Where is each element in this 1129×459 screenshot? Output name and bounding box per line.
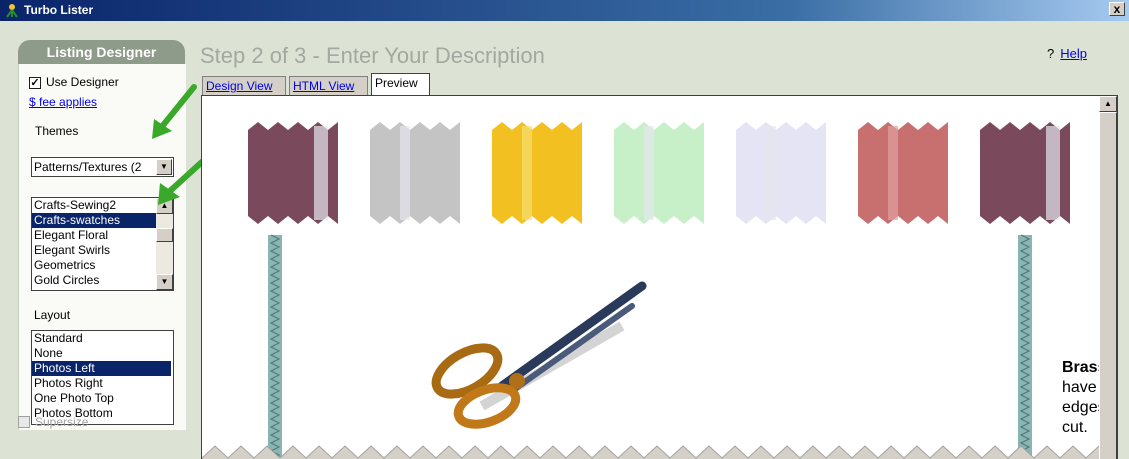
theme-list-item[interactable]: Crafts-swatches	[32, 213, 156, 228]
swatch-green-grid	[614, 122, 704, 224]
window-title: Turbo Lister	[24, 3, 94, 17]
fee-applies-link[interactable]: $ fee applies	[29, 95, 97, 109]
themes-list[interactable]: Crafts-Sewing2 Crafts-swatches Elegant Flo…	[31, 197, 174, 291]
swatch-stripe	[888, 126, 898, 220]
tab-html-view[interactable]: HTML View	[289, 76, 368, 95]
layout-label: Layout	[34, 308, 71, 322]
panel-header: Listing Designer	[18, 40, 185, 64]
preview-pane[interactable]: Brass Scissors have steel blade edges fo…	[201, 95, 1118, 459]
theme-list-item[interactable]: Elegant Swirls	[32, 243, 156, 258]
tab-preview-label: Preview	[375, 76, 418, 90]
swatch-red-stripe	[858, 122, 948, 224]
use-designer-label: Use Designer	[46, 75, 119, 89]
listing-designer-body: Listing Designer ✓ Use Designer $ fee ap…	[0, 21, 1129, 459]
swatch-grey-stripe	[370, 122, 460, 224]
preview-artwork	[202, 122, 1099, 459]
help-link[interactable]: Help	[1060, 46, 1087, 61]
theme-list-item[interactable]: Elegant Floral	[32, 228, 156, 243]
title-bar[interactable]: Turbo Lister x	[0, 0, 1129, 21]
theme-list-item[interactable]: Gold Circles	[32, 273, 156, 288]
supersize-label: Supersize	[35, 415, 89, 429]
tab-preview[interactable]: Preview	[371, 73, 430, 96]
scroll-thumb[interactable]	[1099, 112, 1117, 459]
scroll-thumb[interactable]	[156, 228, 173, 242]
swatch-yellow-leaf	[492, 122, 582, 224]
swatch-stripe	[1046, 126, 1060, 220]
scissors-image	[431, 281, 647, 429]
swatch-stripe	[522, 126, 532, 220]
theme-list-item[interactable]: Geometrics	[32, 258, 156, 273]
tab-design-view[interactable]: Design View	[202, 76, 286, 95]
tab-html-view-label: HTML View	[293, 79, 355, 93]
tab-design-view-label: Design View	[206, 79, 273, 93]
scroll-up-icon[interactable]: ▲	[1099, 96, 1117, 112]
step-title: Step 2 of 3 - Enter Your Description	[200, 43, 545, 68]
use-designer-checkbox[interactable]: ✓	[29, 77, 41, 89]
layout-list[interactable]: Standard None Photos Left Photos Right One P…	[31, 330, 174, 425]
layout-list-item[interactable]: Photos Right	[32, 376, 171, 391]
preview-scrollbar[interactable]: ▲	[1099, 96, 1117, 459]
layout-list-item[interactable]: One Photo Top	[32, 391, 171, 406]
swatch-stripe	[644, 126, 654, 220]
help-icon: ?	[1047, 46, 1055, 61]
theme-list-item[interactable]: Crafts-Sewing2	[32, 198, 156, 213]
layout-list-item[interactable]: Photos Left	[32, 361, 171, 376]
green-arrow-annotation	[152, 84, 197, 139]
layout-list-item[interactable]: None	[32, 346, 171, 361]
turbo-lister-window: Turbo Lister x Listing Designer ✓ Use De…	[0, 0, 1129, 459]
swatch-stripe	[400, 126, 410, 220]
themes-label: Themes	[35, 124, 79, 138]
swatch-lavender-stripe	[736, 122, 826, 224]
supersize-checkbox[interactable]	[18, 416, 30, 428]
themes-list-scrollbar[interactable]: ▲ ▼	[156, 198, 173, 290]
themes-dropdown-value: Patterns/Textures (2	[34, 160, 142, 174]
layout-list-item[interactable]: Standard	[32, 331, 171, 346]
swatch-stripe	[766, 126, 776, 220]
scroll-down-icon[interactable]: ▼	[156, 274, 173, 290]
turbo-lister-app-icon	[6, 4, 18, 18]
help-area: ? Help	[1047, 46, 1087, 61]
swatch-stripe	[314, 126, 328, 220]
close-button[interactable]: x	[1109, 2, 1125, 16]
fabric-swatch-row	[248, 122, 1070, 224]
